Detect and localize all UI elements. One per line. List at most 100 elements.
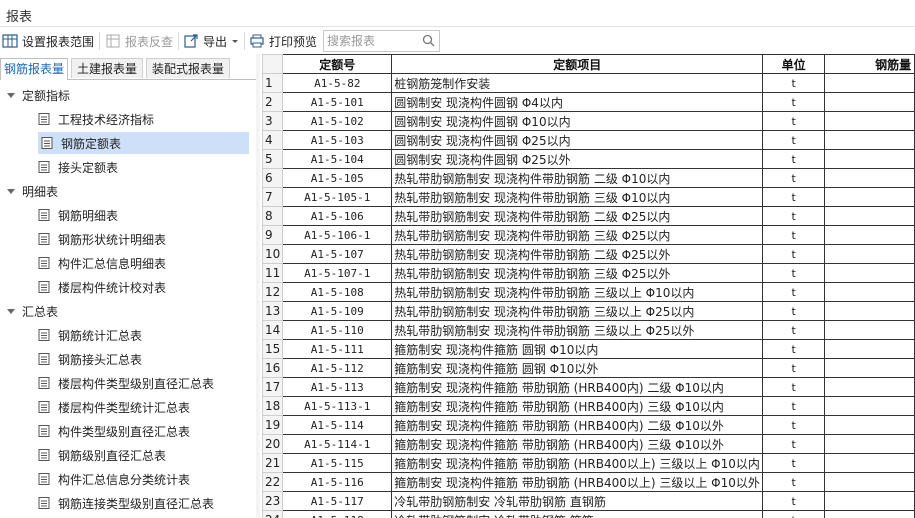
quota-code-cell[interactable]: A1-5-105 <box>282 168 393 188</box>
rebar-amount-cell[interactable] <box>824 263 915 283</box>
rebar-amount-cell[interactable] <box>824 206 915 226</box>
tree-group[interactable]: 明细表 <box>6 180 246 202</box>
table-row[interactable]: 20 A1-5-114-1 箍筋制安 现浇构件箍筋 带肋钢筋 (HRB400内) 三… <box>262 434 915 454</box>
tab-civil-report[interactable]: 土建报表量 <box>71 58 143 78</box>
rebar-amount-cell[interactable] <box>824 320 915 340</box>
rebar-amount-cell[interactable] <box>824 168 915 188</box>
table-row[interactable]: 5 A1-5-104 圆钢制安 现浇构件圆钢 Φ25以外 t <box>262 149 915 169</box>
unit-cell[interactable]: t <box>762 358 826 378</box>
tree-group[interactable]: 定额指标 <box>6 84 246 106</box>
print-preview-button[interactable]: 打印预览 <box>249 31 317 51</box>
quota-code-cell[interactable]: A1-5-107-1 <box>282 263 393 283</box>
tree-item[interactable]: 钢筋连接类型级别直径汇总表 <box>38 492 246 514</box>
quota-code-cell[interactable]: A1-5-115 <box>282 453 393 473</box>
unit-cell[interactable]: t <box>762 491 826 511</box>
quota-item-cell[interactable]: 箍筋制安 现浇构件箍筋 带肋钢筋 (HRB400以上) 三级以上 Φ10以外 <box>391 472 764 492</box>
unit-cell[interactable]: t <box>762 111 826 131</box>
unit-cell[interactable]: t <box>762 434 826 454</box>
quota-item-cell[interactable]: 热轧带肋钢筋制安 现浇构件带肋钢筋 二级 Φ25以内 <box>391 206 764 226</box>
quota-code-cell[interactable]: A1-5-110 <box>282 320 393 340</box>
rebar-amount-cell[interactable] <box>824 301 915 321</box>
quota-code-cell[interactable]: A1-5-106-1 <box>282 225 393 245</box>
quota-item-cell[interactable]: 热轧带肋钢筋制安 现浇构件带肋钢筋 三级 Φ10以内 <box>391 187 764 207</box>
table-row[interactable]: 21 A1-5-115 箍筋制安 现浇构件箍筋 带肋钢筋 (HRB400以上) 三级… <box>262 453 915 473</box>
rebar-amount-cell[interactable] <box>824 434 915 454</box>
table-row[interactable]: 15 A1-5-111 箍筋制安 现浇构件箍筋 圆钢 Φ10以内 t <box>262 339 915 359</box>
quota-code-cell[interactable]: A1-5-105-1 <box>282 187 393 207</box>
unit-cell[interactable]: t <box>762 263 826 283</box>
quota-code-cell[interactable]: A1-5-108 <box>282 282 393 302</box>
table-row[interactable]: 8 A1-5-106 热轧带肋钢筋制安 现浇构件带肋钢筋 二级 Φ25以内 t <box>262 206 915 226</box>
column-header-rebar-amount[interactable]: 钢筋量 <box>824 54 915 74</box>
report-reverse-lookup-button[interactable]: 报表反查 <box>105 31 173 51</box>
unit-cell[interactable]: t <box>762 206 826 226</box>
table-row[interactable]: 2 A1-5-101 圆钢制安 现浇构件圆钢 Φ4以内 t <box>262 92 915 112</box>
rebar-amount-cell[interactable] <box>824 111 915 131</box>
rebar-amount-cell[interactable] <box>824 510 915 518</box>
unit-cell[interactable]: t <box>762 187 826 207</box>
rebar-amount-cell[interactable] <box>824 472 915 492</box>
tree-item[interactable]: 构件汇总信息分类统计表 <box>38 468 246 490</box>
rebar-amount-cell[interactable] <box>824 339 915 359</box>
tree-item[interactable]: 楼层构件类型统计汇总表 <box>38 396 246 418</box>
table-row[interactable]: 6 A1-5-105 热轧带肋钢筋制安 现浇构件带肋钢筋 二级 Φ10以内 t <box>262 168 915 188</box>
unit-cell[interactable]: t <box>762 453 826 473</box>
unit-cell[interactable]: t <box>762 377 826 397</box>
tree-item[interactable]: 钢筋定额表 <box>38 132 249 154</box>
quota-item-cell[interactable]: 箍筋制安 现浇构件箍筋 带肋钢筋 (HRB400以上) 三级以上 Φ10以内 <box>391 453 764 473</box>
search-icon[interactable] <box>422 34 435 47</box>
column-header-quota-code[interactable]: 定额号 <box>282 54 393 74</box>
unit-cell[interactable]: t <box>762 415 826 435</box>
rebar-amount-cell[interactable] <box>824 187 915 207</box>
caret-down-icon[interactable] <box>6 187 16 195</box>
quota-item-cell[interactable]: 热轧带肋钢筋制安 现浇构件带肋钢筋 三级以上 Φ25以外 <box>391 320 764 340</box>
unit-cell[interactable]: t <box>762 396 826 416</box>
export-button[interactable]: 导出 <box>183 31 239 51</box>
rebar-amount-cell[interactable] <box>824 415 915 435</box>
table-row[interactable]: 16 A1-5-112 箍筋制安 现浇构件箍筋 圆钢 Φ10以外 t <box>262 358 915 378</box>
table-row[interactable]: 10 A1-5-107 热轧带肋钢筋制安 现浇构件带肋钢筋 二级 Φ25以外 t <box>262 244 915 264</box>
unit-cell[interactable]: t <box>762 225 826 245</box>
rebar-amount-cell[interactable] <box>824 73 915 93</box>
table-row[interactable]: 1 A1-5-82 桩钢筋笼制作安装 t <box>262 73 915 93</box>
quota-item-cell[interactable]: 箍筋制安 现浇构件箍筋 带肋钢筋 (HRB400内) 二级 Φ10以外 <box>391 415 764 435</box>
quota-code-cell[interactable]: A1-5-109 <box>282 301 393 321</box>
table-row[interactable]: 3 A1-5-102 圆钢制安 现浇构件圆钢 Φ10以内 t <box>262 111 915 131</box>
tree-item[interactable]: 钢筋接头汇总表 <box>38 348 246 370</box>
table-row[interactable]: 7 A1-5-105-1 热轧带肋钢筋制安 现浇构件带肋钢筋 三级 Φ10以内 t <box>262 187 915 207</box>
table-row[interactable]: 9 A1-5-106-1 热轧带肋钢筋制安 现浇构件带肋钢筋 三级 Φ25以内 t <box>262 225 915 245</box>
rebar-amount-cell[interactable] <box>824 396 915 416</box>
quota-item-cell[interactable]: 箍筋制安 现浇构件箍筋 带肋钢筋 (HRB400内) 三级 Φ10以外 <box>391 434 764 454</box>
quota-code-cell[interactable]: A1-5-103 <box>282 130 393 150</box>
quota-code-cell[interactable]: A1-5-113 <box>282 377 393 397</box>
quota-code-cell[interactable]: A1-5-116 <box>282 472 393 492</box>
quota-code-cell[interactable]: A1-5-102 <box>282 111 393 131</box>
quota-code-cell[interactable]: A1-5-117 <box>282 491 393 511</box>
tab-rebar-report[interactable]: 钢筋报表量 <box>0 58 68 80</box>
rebar-amount-cell[interactable] <box>824 149 915 169</box>
quota-item-cell[interactable]: 热轧带肋钢筋制安 现浇构件带肋钢筋 三级 Φ25以内 <box>391 225 764 245</box>
quota-code-cell[interactable]: A1-5-112 <box>282 358 393 378</box>
table-row[interactable]: 13 A1-5-109 热轧带肋钢筋制安 现浇构件带肋钢筋 三级以上 Φ25以内 t <box>262 301 915 321</box>
quota-code-cell[interactable]: A1-5-114 <box>282 415 393 435</box>
tree-item[interactable]: 工程技术经济指标 <box>38 108 246 130</box>
tree-item[interactable]: 构件汇总信息明细表 <box>38 252 246 274</box>
quota-item-cell[interactable]: 热轧带肋钢筋制安 现浇构件带肋钢筋 三级以上 Φ25以内 <box>391 301 764 321</box>
table-row[interactable]: 12 A1-5-108 热轧带肋钢筋制安 现浇构件带肋钢筋 三级以上 Φ10以内 t <box>262 282 915 302</box>
quota-item-cell[interactable]: 热轧带肋钢筋制安 现浇构件带肋钢筋 二级 Φ10以内 <box>391 168 764 188</box>
table-row[interactable]: 22 A1-5-116 箍筋制安 现浇构件箍筋 带肋钢筋 (HRB400以上) 三级… <box>262 472 915 492</box>
rebar-amount-cell[interactable] <box>824 92 915 112</box>
quota-code-cell[interactable]: A1-5-107 <box>282 244 393 264</box>
column-header-unit[interactable]: 单位 <box>762 54 826 74</box>
unit-cell[interactable]: t <box>762 149 826 169</box>
set-report-range-button[interactable]: 设置报表范围 <box>2 31 94 51</box>
unit-cell[interactable]: t <box>762 320 826 340</box>
unit-cell[interactable]: t <box>762 168 826 188</box>
caret-down-icon[interactable] <box>6 91 16 99</box>
table-row[interactable]: 11 A1-5-107-1 热轧带肋钢筋制安 现浇构件带肋钢筋 三级 Φ25以外 t <box>262 263 915 283</box>
quota-item-cell[interactable]: 箍筋制安 现浇构件箍筋 圆钢 Φ10以内 <box>391 339 764 359</box>
rebar-amount-cell[interactable] <box>824 130 915 150</box>
quota-item-cell[interactable]: 圆钢制安 现浇构件圆钢 Φ25以内 <box>391 130 764 150</box>
table-row[interactable]: 23 A1-5-117 冷轧带肋钢筋制安 冷轧带肋钢筋 直钢筋 t <box>262 491 915 511</box>
tab-prefab-report[interactable]: 装配式报表量 <box>146 58 230 78</box>
